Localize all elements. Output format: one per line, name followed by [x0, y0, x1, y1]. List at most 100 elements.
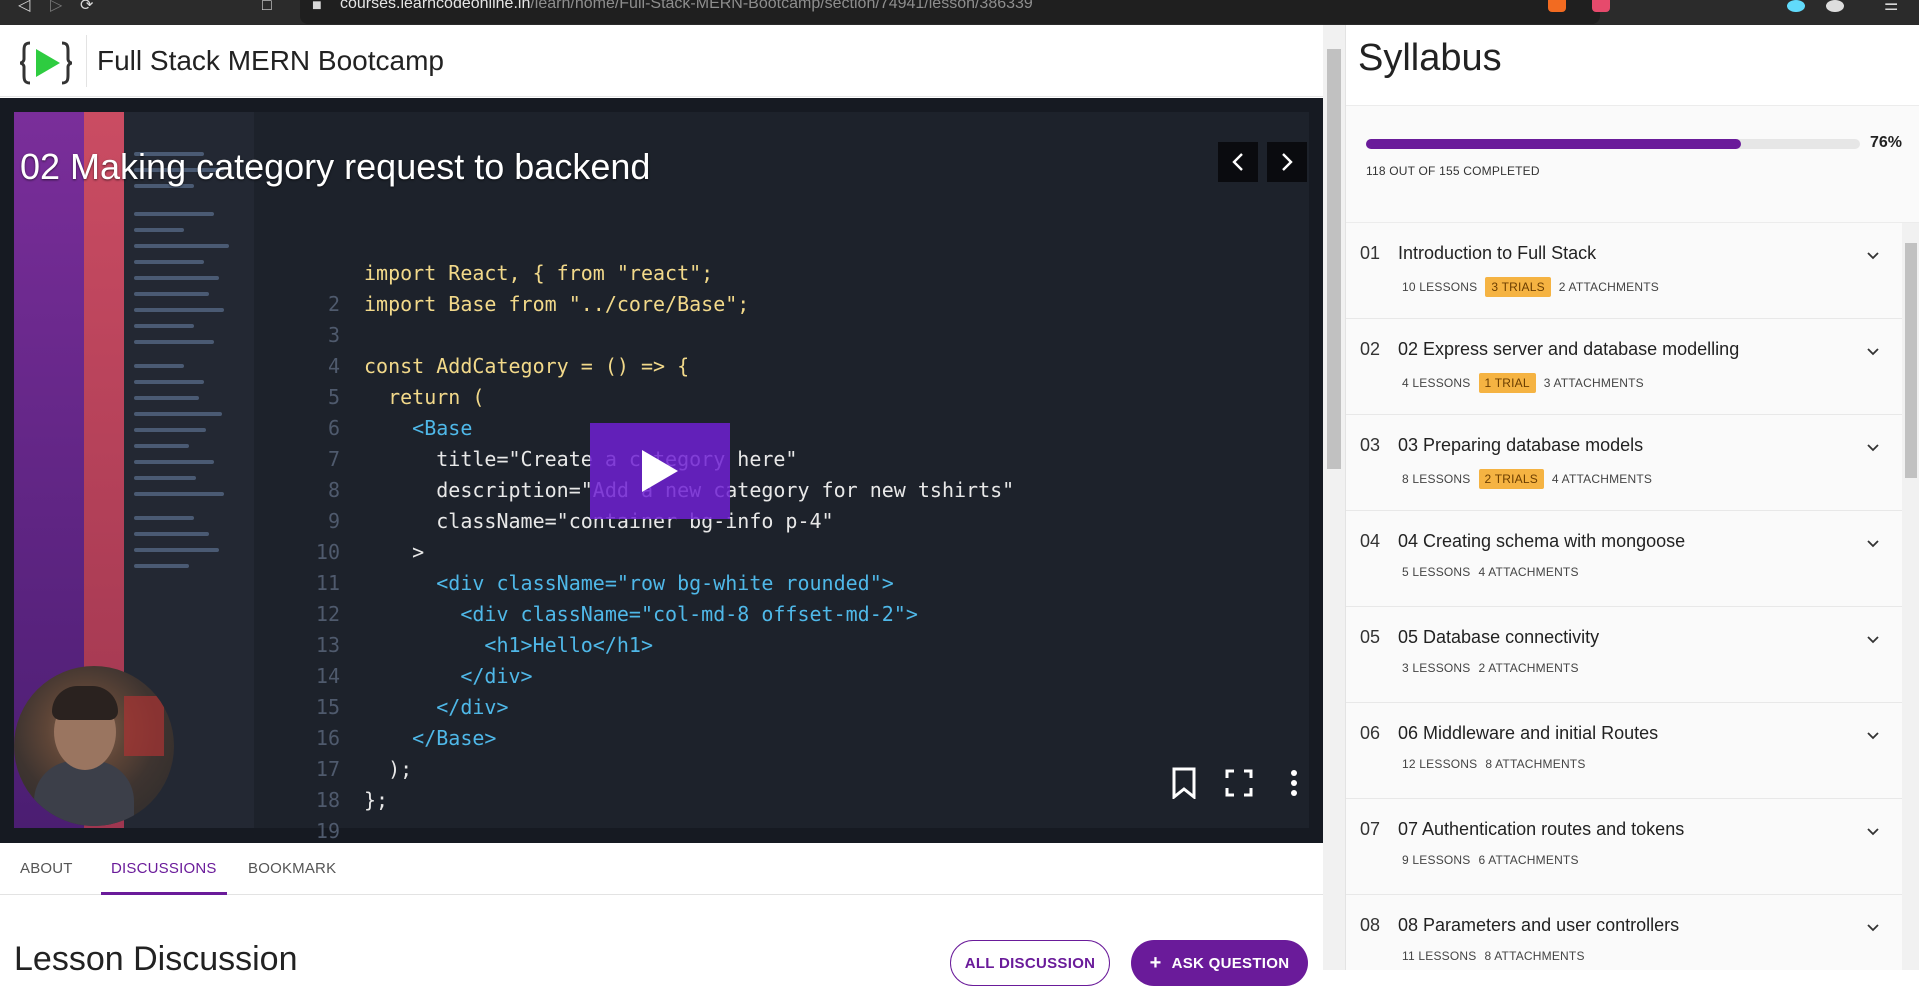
lessons-count: 9 LESSONS	[1402, 853, 1471, 867]
chevron-down-icon[interactable]	[1866, 825, 1880, 839]
syllabus-title: Syllabus	[1358, 37, 1502, 79]
code-line-number: 12	[315, 602, 340, 626]
section-list: 01 Introduction to Full Stack 10 LESSONS…	[1346, 223, 1902, 970]
section-item[interactable]: 04 04 Creating schema with mongoose 5 LE…	[1346, 511, 1902, 607]
attachments-count: 8 ATTACHMENTS	[1484, 949, 1585, 963]
forward-icon[interactable]: ▷	[50, 0, 62, 14]
lesson-tabs: ABOUT DISCUSSIONS BOOKMARK	[0, 843, 1323, 895]
chevron-down-icon[interactable]	[1866, 441, 1880, 455]
syllabus-scrollbar[interactable]	[1902, 223, 1919, 970]
code-line-number: 6	[327, 416, 340, 440]
code-line-number: 13	[315, 633, 340, 657]
code-line: 15 </div>	[300, 692, 1014, 723]
code-line-number: 15	[315, 695, 340, 719]
tab-bookmark[interactable]: BOOKMARK	[248, 843, 336, 895]
bookmark-page-icon[interactable]: □	[262, 0, 272, 14]
chevron-down-icon[interactable]	[1866, 249, 1880, 263]
code-line-text: import React, { from "react";	[364, 261, 714, 285]
code-line-number: 14	[315, 664, 340, 688]
code-line: 11 <div className="row bg-white rounded"…	[300, 568, 1014, 599]
back-icon[interactable]: ◁	[18, 0, 30, 14]
reload-icon[interactable]: ⟳	[80, 0, 93, 14]
code-line-number: 16	[315, 726, 340, 750]
chevron-down-icon[interactable]	[1866, 345, 1880, 359]
bookmark-icon	[1172, 767, 1196, 799]
code-line-number: 5	[327, 385, 340, 409]
syllabus-panel: Syllabus 76% 118 OUT OF 155 COMPLETED 01…	[1345, 25, 1919, 970]
logo-icon[interactable]	[20, 37, 72, 89]
section-meta: 12 LESSONS 8 ATTACHMENTS	[1402, 757, 1586, 771]
browser-toolbar: ◁ ▷ ⟳ □ ■ courses.learncodeonline.in/lea…	[0, 0, 1919, 25]
syllabus-scrollbar-thumb[interactable]	[1905, 243, 1917, 478]
code-line-number: 3	[327, 323, 340, 347]
section-item[interactable]: 01 Introduction to Full Stack 10 LESSONS…	[1346, 223, 1902, 319]
lessons-count: 10 LESSONS	[1402, 280, 1478, 294]
attachments-count: 3 ATTACHMENTS	[1543, 376, 1644, 390]
progress-bar	[1366, 139, 1860, 149]
menu-icon[interactable]: ☰	[1884, 0, 1898, 14]
section-meta: 5 LESSONS 4 ATTACHMENTS	[1402, 565, 1579, 579]
bookmark-video-button[interactable]	[1166, 763, 1202, 803]
code-line: 12 <div className="col-md-8 offset-md-2"…	[300, 599, 1014, 630]
instructor-webcam	[14, 666, 174, 826]
fullscreen-icon	[1225, 769, 1253, 797]
section-number: 02	[1360, 339, 1381, 359]
section-item[interactable]: 03 03 Preparing database models 8 LESSON…	[1346, 415, 1902, 511]
all-discussion-button[interactable]: ALL DISCUSSION	[950, 940, 1110, 986]
code-line-number: 8	[327, 478, 340, 502]
attachments-count: 4 ATTACHMENTS	[1478, 565, 1579, 579]
ask-question-button[interactable]: + ASK QUESTION	[1131, 940, 1308, 986]
chevron-down-icon[interactable]	[1866, 729, 1880, 743]
tab-discussions[interactable]: DISCUSSIONS	[101, 843, 227, 895]
section-item[interactable]: 06 06 Middleware and initial Routes 12 L…	[1346, 703, 1902, 799]
chevron-down-icon[interactable]	[1866, 921, 1880, 935]
attachments-count: 8 ATTACHMENTS	[1485, 757, 1586, 771]
lessons-count: 11 LESSONS	[1402, 949, 1477, 963]
rewards-icon[interactable]	[1592, 0, 1610, 12]
chevron-right-icon	[1282, 153, 1293, 171]
chevron-down-icon[interactable]	[1866, 633, 1880, 647]
lessons-count: 3 LESSONS	[1402, 661, 1471, 675]
code-line-text: <div className="col-md-8 offset-md-2">	[364, 602, 918, 626]
section-item[interactable]: 08 08 Parameters and user controllers 11…	[1346, 895, 1902, 970]
code-line: 3	[300, 320, 1014, 351]
main-content: Full Stack MERN Bootcamp import React, {…	[0, 25, 1323, 986]
code-line-text: >	[364, 540, 425, 564]
tab-about[interactable]: ABOUT	[20, 843, 73, 895]
more-options-button[interactable]	[1276, 763, 1312, 803]
previous-lesson-button[interactable]	[1218, 142, 1258, 182]
main-scrollbar[interactable]	[1323, 25, 1345, 970]
progress-section: 76% 118 OUT OF 155 COMPLETED	[1346, 105, 1919, 223]
brave-shield-icon[interactable]	[1548, 0, 1566, 12]
code-line-text: const AddCategory = () => {	[364, 354, 690, 378]
next-lesson-button[interactable]	[1267, 142, 1307, 182]
code-line-number: 7	[327, 447, 340, 471]
video-player[interactable]: import React, { from "react"; 2 import Bas…	[0, 98, 1323, 843]
more-vertical-icon	[1291, 770, 1297, 796]
section-item[interactable]: 07 07 Authentication routes and tokens 9…	[1346, 799, 1902, 895]
section-number: 06	[1360, 723, 1381, 743]
chevron-down-icon[interactable]	[1866, 537, 1880, 551]
chevron-left-icon	[1232, 153, 1243, 171]
section-item[interactable]: 02 02 Express server and database modell…	[1346, 319, 1902, 415]
main-scrollbar-thumb[interactable]	[1327, 49, 1341, 469]
code-line: 5 return (	[300, 382, 1014, 413]
section-number: 04	[1360, 531, 1381, 551]
code-line-text: <div className="row bg-white rounded">	[364, 571, 894, 595]
react-devtools-icon[interactable]	[1787, 0, 1805, 12]
course-header: Full Stack MERN Bootcamp	[0, 25, 1323, 97]
code-line-text: <Base	[364, 416, 473, 440]
profile-icon[interactable]	[1826, 0, 1844, 12]
code-line-number: 18	[315, 788, 340, 812]
code-line-number: 10	[315, 540, 340, 564]
play-button[interactable]	[590, 423, 730, 519]
code-line-text: title="Create a category here"	[364, 447, 798, 471]
section-title: 07 Authentication routes and tokens	[1398, 819, 1685, 839]
course-title: Full Stack MERN Bootcamp	[97, 45, 444, 76]
url-text[interactable]: courses.learncodeonline.in/learn/home/Fu…	[340, 0, 1033, 13]
section-item[interactable]: 05 05 Database connectivity 3 LESSONS 2 …	[1346, 607, 1902, 703]
discussion-heading: Lesson Discussion	[14, 940, 298, 978]
progress-completed: 118 OUT OF 155 COMPLETED	[1366, 164, 1540, 178]
fullscreen-button[interactable]	[1221, 763, 1257, 803]
code-line-text: };	[364, 788, 389, 812]
